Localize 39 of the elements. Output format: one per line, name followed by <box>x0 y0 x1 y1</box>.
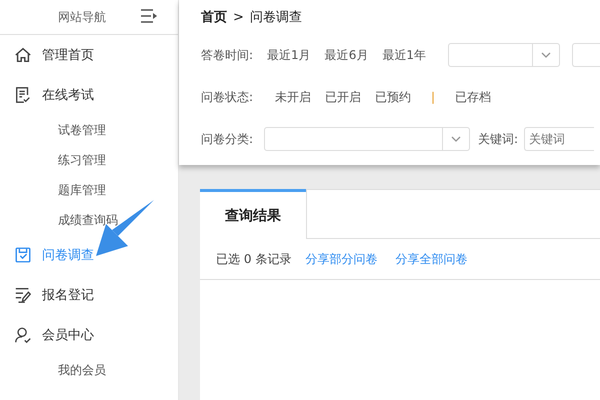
category-select[interactable] <box>264 127 470 151</box>
option-divider: | <box>431 90 436 104</box>
filter-option[interactable]: 已存档 <box>455 88 492 106</box>
nav-subitem[interactable]: 练习管理 <box>0 145 178 175</box>
nav-item[interactable]: 会员中心 <box>0 315 178 355</box>
date-select[interactable] <box>448 43 560 67</box>
nav-subitem[interactable]: 我的会员 <box>0 355 178 385</box>
nav-item[interactable]: 在线考试 <box>0 75 178 115</box>
filter-option[interactable]: 最近1年 <box>382 46 426 64</box>
results-tab[interactable]: 查询结果 <box>200 189 306 239</box>
nav-subitem[interactable]: 成绩查询码 <box>0 205 178 235</box>
keyword-field[interactable]: 关键词 <box>524 127 594 151</box>
breadcrumb-separator: > <box>233 10 244 24</box>
pen-lines-icon <box>14 286 32 304</box>
filter-option[interactable]: 最近1月 <box>267 46 311 64</box>
user-icon <box>14 326 32 344</box>
nav-subitem[interactable]: 题库管理 <box>0 175 178 205</box>
checkbox-icon <box>14 246 32 264</box>
selection-count: 已选 0 条记录 <box>216 250 292 268</box>
nav-item[interactable]: 管理首页 <box>0 35 178 75</box>
sidebar-title: 网站导航 <box>58 8 106 26</box>
date-select[interactable] <box>572 43 600 67</box>
filter-option[interactable]: 已预约 <box>375 88 411 106</box>
nav-subitem[interactable]: 试卷管理 <box>0 115 178 145</box>
breadcrumb-current: 问卷调查 <box>250 9 302 26</box>
filter-option[interactable]: 已开启 <box>325 88 361 106</box>
chevron-down-icon <box>540 52 551 58</box>
filter-option[interactable]: 最近6月 <box>324 46 368 64</box>
home-icon <box>14 46 32 64</box>
breadcrumb-link[interactable]: 首页 <box>201 8 227 26</box>
filter-label: 问卷状态: <box>201 88 254 106</box>
list-check-icon <box>14 86 32 104</box>
nav-item[interactable]: 报名登记 <box>0 275 178 315</box>
chevron-down-icon <box>451 136 461 142</box>
filter-label: 问卷分类: <box>201 130 254 148</box>
filter-label: 关键词: <box>478 130 518 148</box>
filter-label: 答卷时间: <box>201 46 254 64</box>
menu-icon[interactable] <box>140 9 158 23</box>
filter-option[interactable]: 未开启 <box>275 88 311 106</box>
